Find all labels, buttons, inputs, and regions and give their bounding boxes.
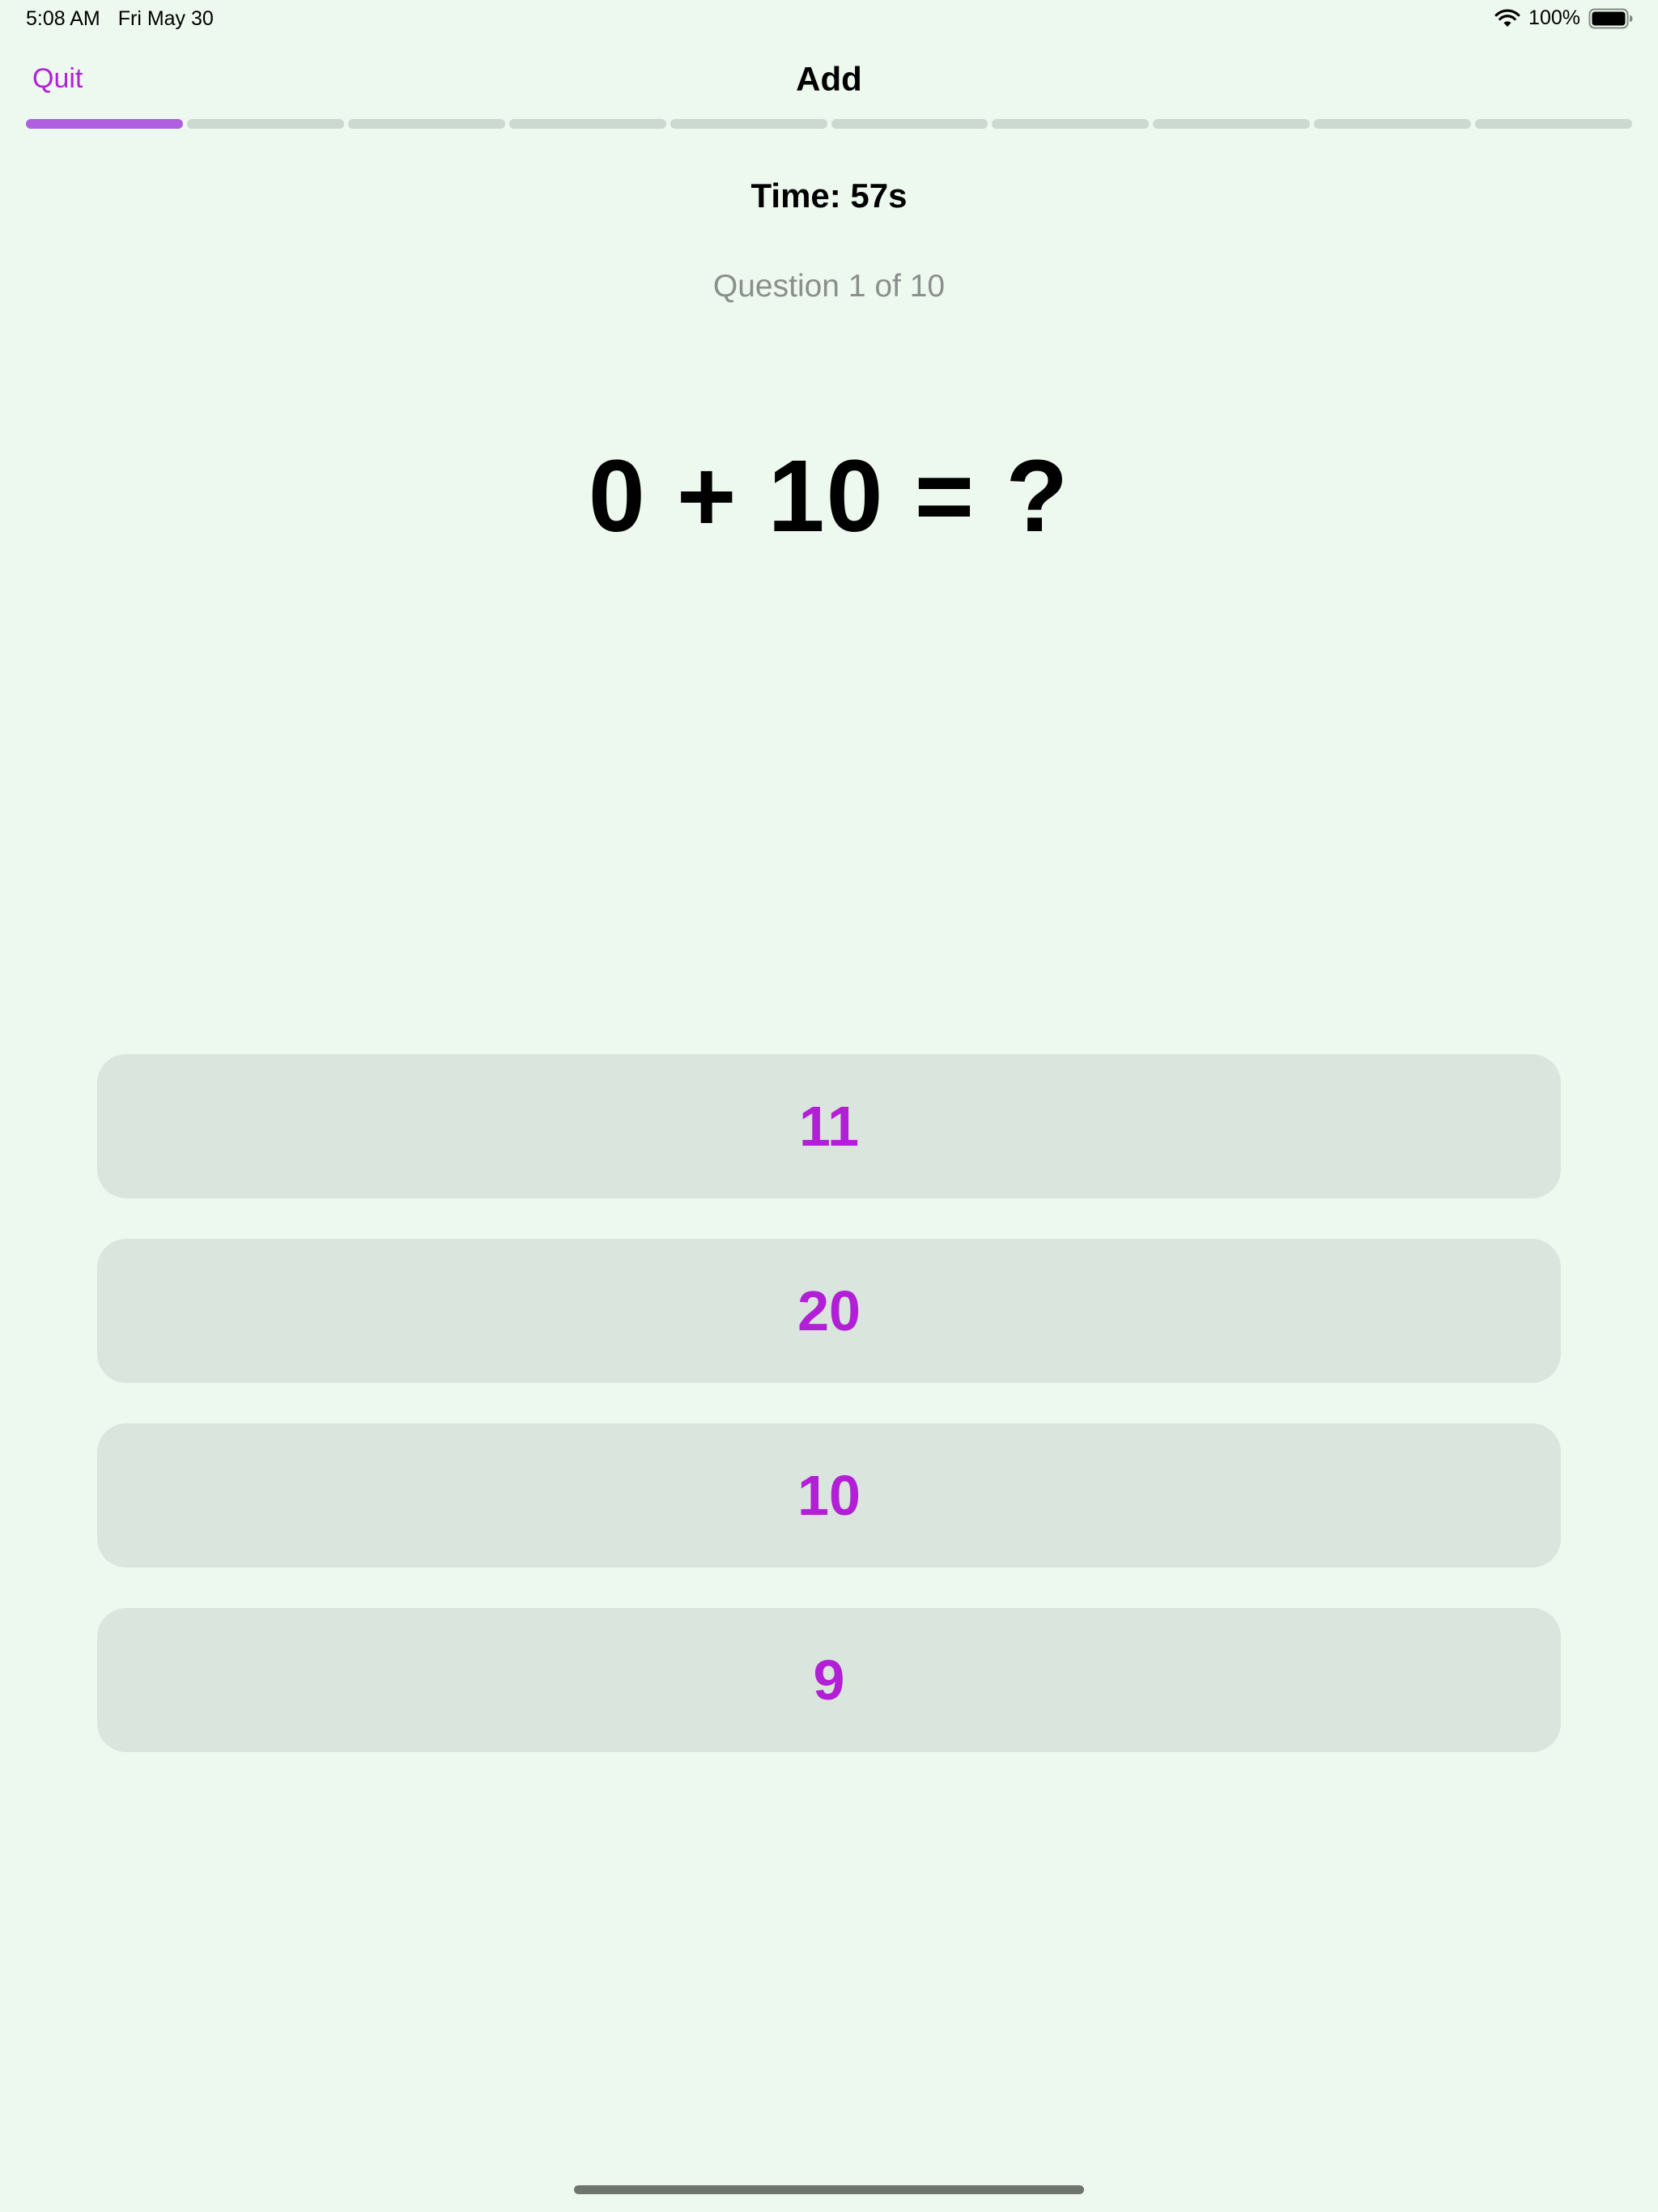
question-count: Question 1 of 10 — [712, 269, 946, 304]
nav-title: Add — [796, 60, 862, 98]
progress-segment — [1153, 119, 1311, 129]
timer: Time: 57s — [750, 177, 908, 215]
status-time: 5:08 AM — [26, 7, 100, 30]
status-date: Fri May 30 — [117, 7, 214, 30]
home-indicator[interactable] — [574, 2185, 1084, 2194]
wifi-icon — [1494, 9, 1520, 27]
progress-segment — [26, 119, 183, 129]
battery-percent: 100% — [1528, 6, 1580, 29]
status-bar: 5:08 AM Fri May 30 100% — [0, 0, 1658, 39]
status-right: 100% — [1494, 6, 1634, 30]
progress-segment — [1475, 119, 1633, 129]
answer-button[interactable]: 9 — [97, 1608, 1561, 1752]
progress-segment — [186, 119, 344, 129]
battery-icon — [1588, 8, 1633, 28]
nav-bar: Quit Add — [0, 55, 1658, 104]
progress-segment — [347, 119, 505, 129]
answer-list: 11 20 10 9 — [97, 1054, 1561, 1752]
quiz-screen: 5:08 AM Fri May 30 100% Quit Add Time: 5… — [0, 0, 1658, 2212]
progress-segment — [831, 119, 988, 129]
status-left: 5:08 AM Fri May 30 — [26, 7, 214, 31]
progress-segment — [992, 119, 1150, 129]
answer-button[interactable]: 11 — [97, 1054, 1561, 1198]
progress-segment — [1314, 119, 1472, 129]
math-problem: 0 + 10 = ? — [588, 439, 1070, 553]
answer-button[interactable]: 10 — [97, 1423, 1561, 1568]
question-progress — [26, 119, 1633, 129]
progress-segment — [508, 119, 666, 129]
answer-button[interactable]: 20 — [97, 1239, 1561, 1383]
progress-segment — [670, 119, 827, 129]
